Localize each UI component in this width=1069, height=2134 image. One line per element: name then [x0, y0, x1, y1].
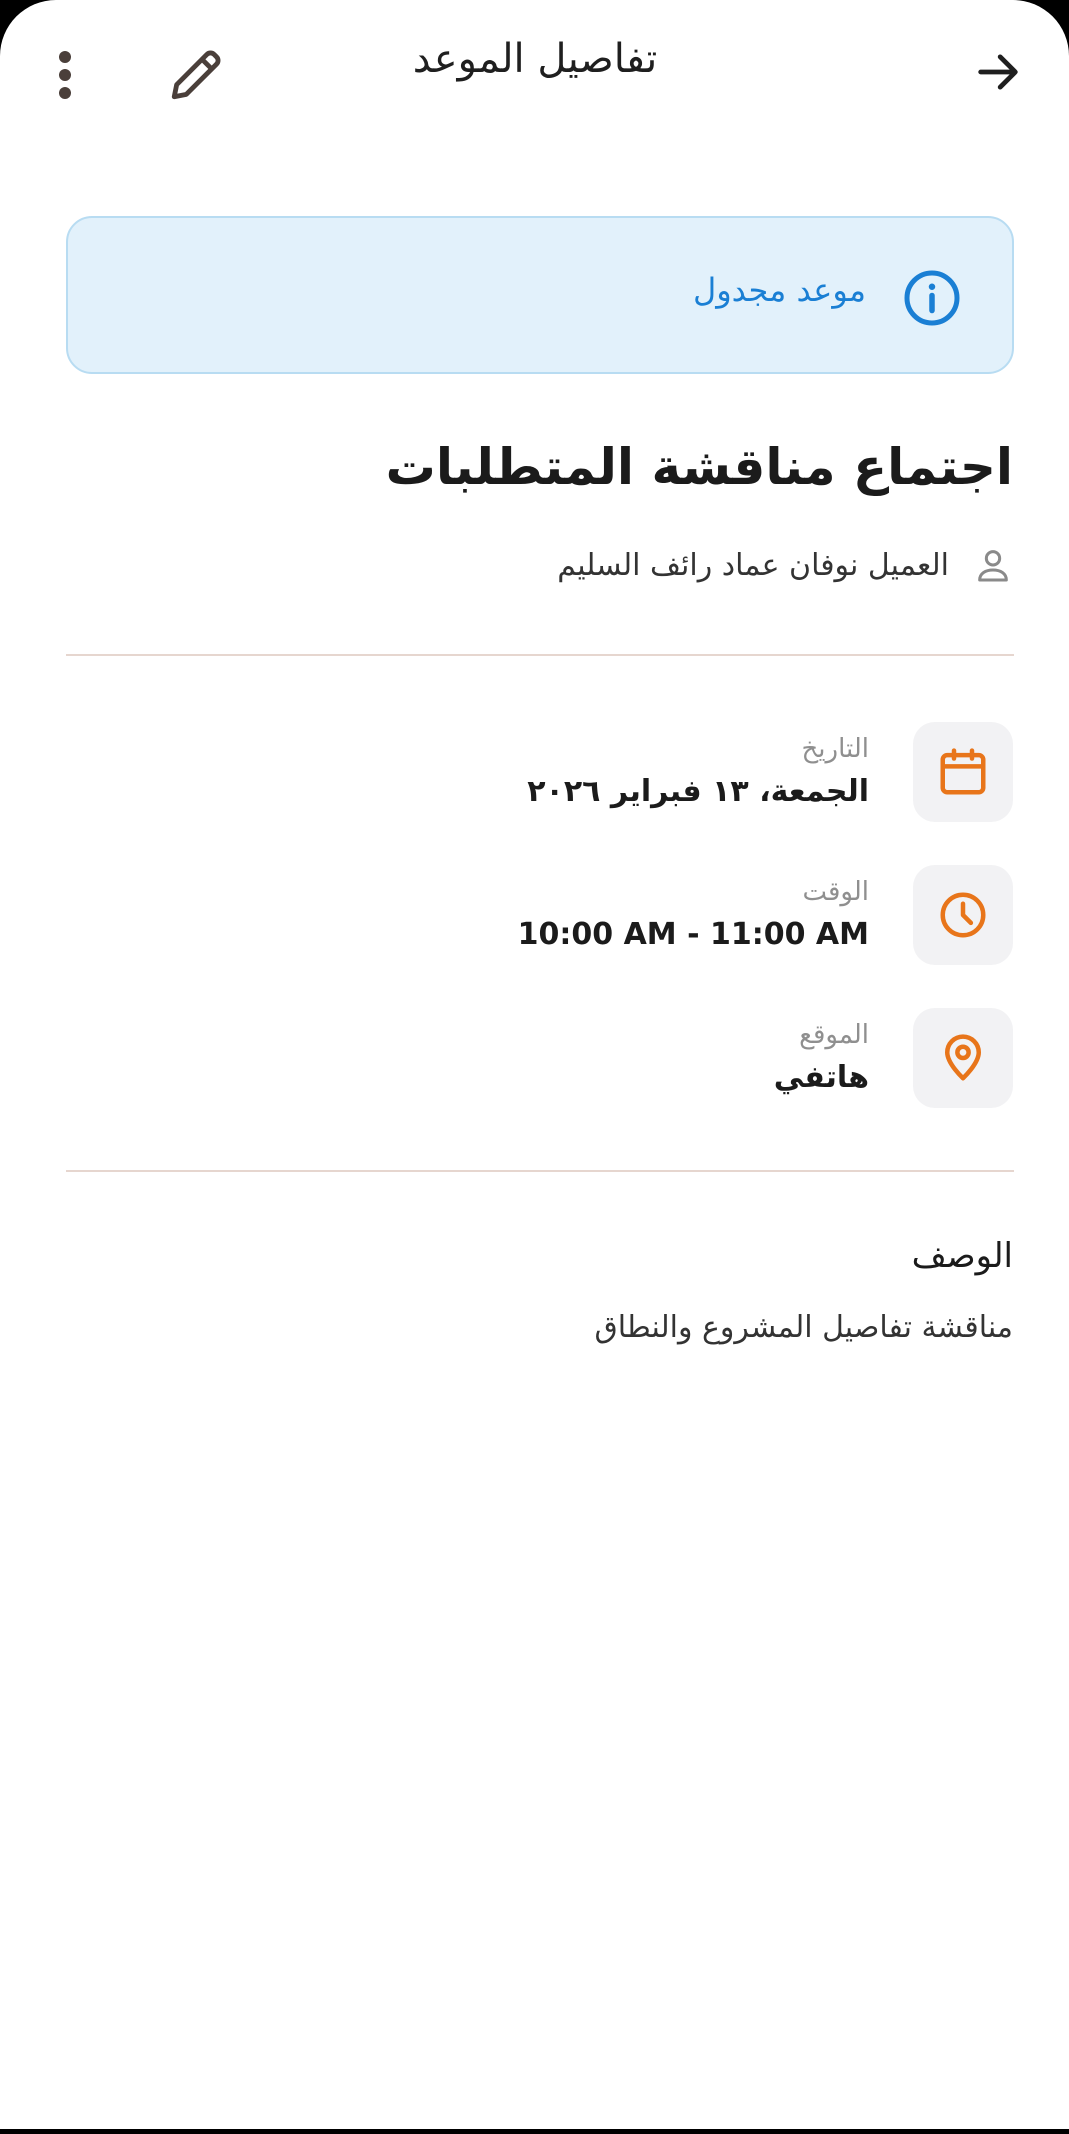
info-icon [904, 270, 960, 326]
pencil-icon [171, 50, 221, 100]
status-text: موعد مجدول [692, 271, 866, 309]
detail-row-location: الموقع هاتفي [774, 1008, 1013, 1108]
date-label: التاريخ [801, 734, 870, 764]
client-name: العميل نوفان عماد رائف السليم [557, 547, 949, 583]
more-options-button[interactable] [40, 42, 90, 108]
description-text: مناقشة تفاصيل المشروع والنطاق [594, 1310, 1013, 1345]
divider [66, 654, 1014, 656]
person-icon [978, 550, 1008, 582]
detail-row-date: التاريخ الجمعة، ١٣ فبراير ٢٠٢٦ [527, 722, 1013, 822]
divider [66, 1170, 1014, 1172]
time-label: الوقت [802, 877, 869, 907]
top-app-bar: تفاصيل الموعد [0, 0, 1069, 140]
back-button[interactable] [968, 42, 1028, 102]
date-value: الجمعة، ١٣ فبراير ٢٠٢٦ [527, 774, 869, 809]
clock-icon [940, 892, 986, 938]
page-title: تفاصيل الموعد [412, 36, 658, 82]
location-pin-icon [945, 1034, 981, 1081]
detail-row-time: الوقت 10:00 AM - 11:00 AM [518, 865, 1013, 965]
description-heading: الوصف [911, 1236, 1013, 1276]
more-vertical-icon [59, 51, 71, 99]
appointment-title: اجتماع مناقشة المتطلبات [385, 438, 1013, 496]
status-banner: موعد مجدول [66, 216, 1014, 374]
location-icon-box [913, 1008, 1013, 1108]
edit-button[interactable] [163, 42, 229, 108]
appointment-details-screen: تفاصيل الموعد موعد مجدول اجتماع مناقشة ا… [0, 0, 1069, 2129]
time-value: 10:00 AM - 11:00 AM [517, 917, 869, 952]
time-icon-box [913, 865, 1013, 965]
screen-bottom-edge [0, 2129, 1069, 2134]
client-row: العميل نوفان عماد رائف السليم [557, 540, 1013, 590]
date-icon-box [913, 722, 1013, 822]
location-value: هاتفي [773, 1060, 869, 1095]
arrow-right-icon [978, 54, 1018, 90]
calendar-icon [940, 748, 986, 795]
location-label: الموقع [799, 1020, 869, 1050]
